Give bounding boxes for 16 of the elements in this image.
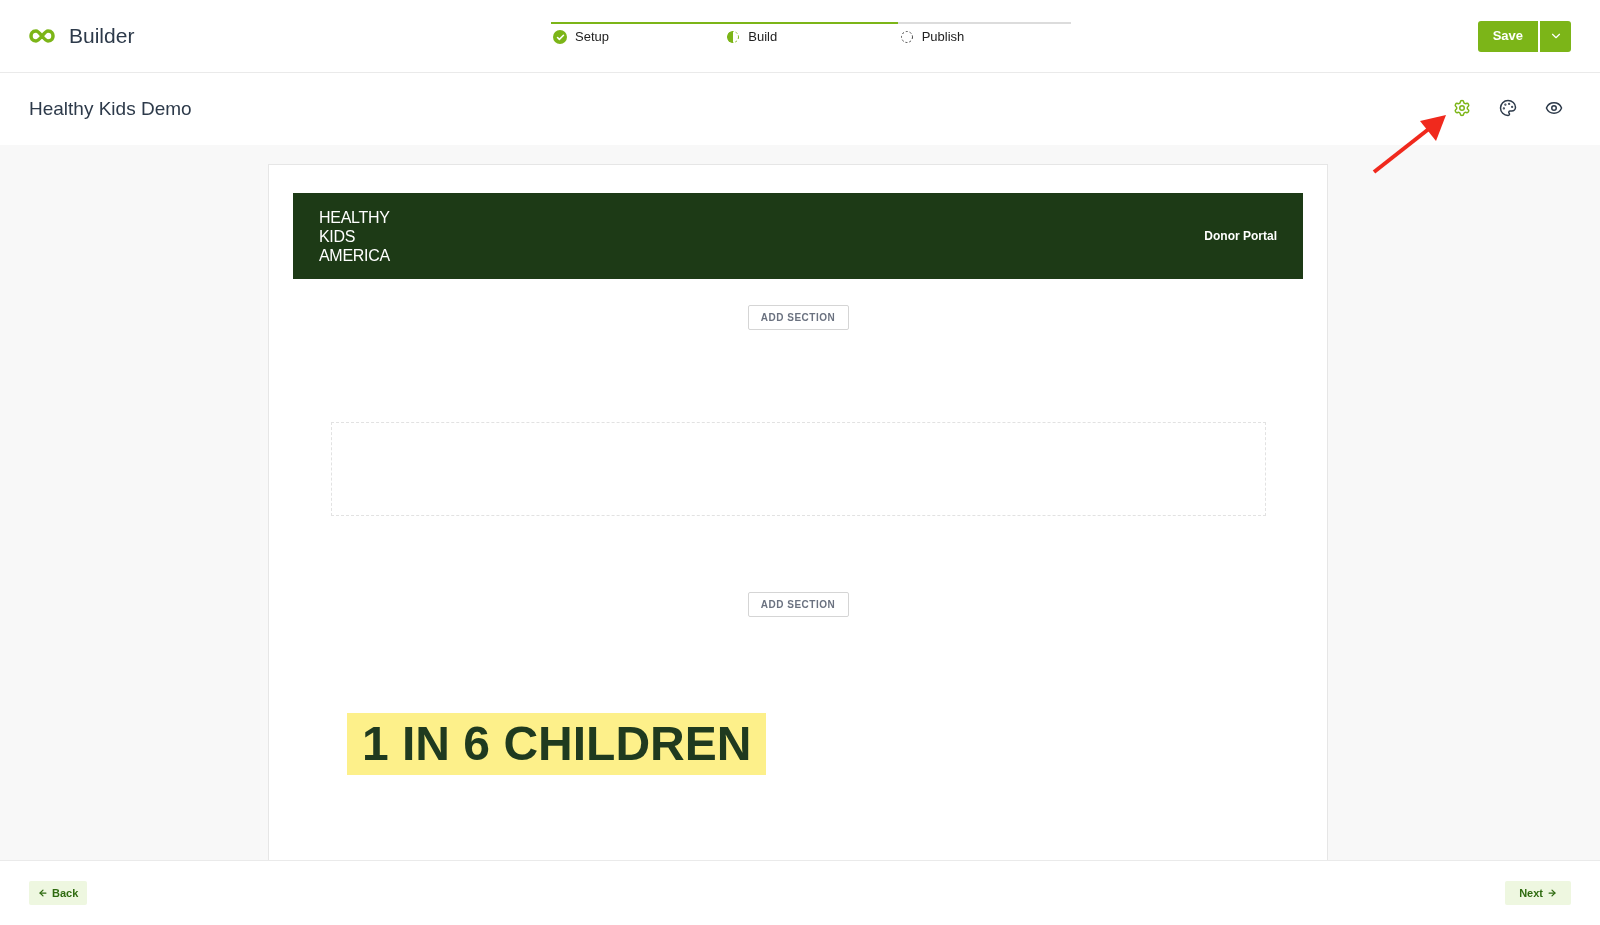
step-tab[interactable]: Setup xyxy=(551,22,725,50)
step-tab[interactable]: Publish xyxy=(897,22,1071,50)
back-button[interactable]: Back xyxy=(29,881,88,905)
headline: 1 IN 6 CHILDREN xyxy=(347,713,767,775)
arrow-right-icon xyxy=(1547,888,1557,898)
add-section-button[interactable]: ADD SECTION xyxy=(747,305,849,330)
site-logo: HEALTHY KIDS AMERICA xyxy=(319,207,390,265)
arrow-left-icon xyxy=(38,888,48,898)
donor-portal-link[interactable]: Donor Portal xyxy=(1204,227,1277,245)
page-title: Healthy Kids Demo xyxy=(29,96,192,121)
step-tab[interactable]: Build xyxy=(724,22,898,50)
logo-icon xyxy=(29,28,55,44)
next-button[interactable]: Next xyxy=(1505,881,1571,905)
palette-button[interactable] xyxy=(1498,98,1518,118)
app-title: Builder xyxy=(69,23,135,50)
add-section-button[interactable]: ADD SECTION xyxy=(747,592,849,617)
